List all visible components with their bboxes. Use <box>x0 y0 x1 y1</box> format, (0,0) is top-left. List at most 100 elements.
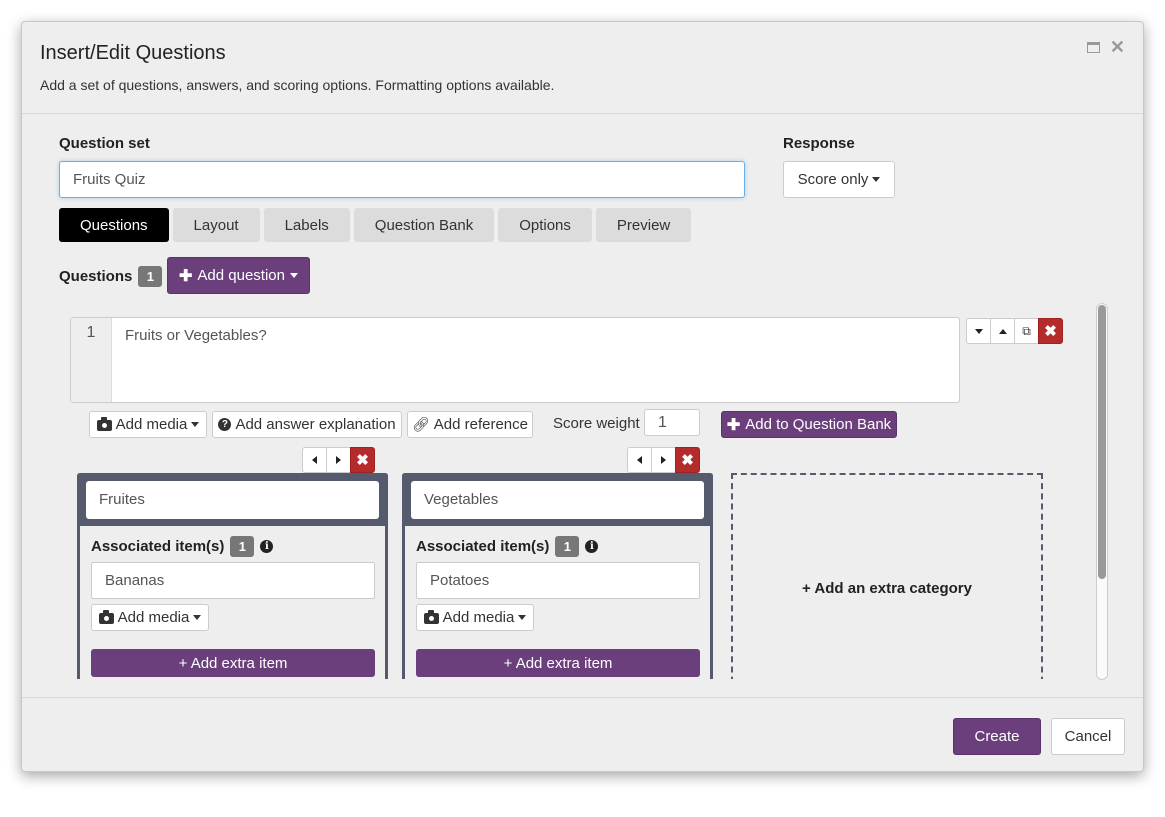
close-icon: ✖ <box>681 452 694 469</box>
associated-count-badge: 1 <box>230 536 255 557</box>
caret-right-icon <box>661 456 666 464</box>
category-name-input[interactable]: Vegetables <box>411 481 704 519</box>
chevron-down-icon <box>289 273 298 278</box>
plus-icon: ✚ <box>726 416 741 434</box>
move-up-button[interactable] <box>990 318 1015 344</box>
scrollbar-thumb[interactable] <box>1098 305 1106 579</box>
dialog-footer: Create Cancel <box>22 697 1143 771</box>
dialog-header: Insert/Edit Questions Add a set of quest… <box>22 22 1143 114</box>
associated-items-heading: Associated item(s) 1 i <box>416 536 599 557</box>
delete-category-button[interactable]: ✖ <box>350 447 375 473</box>
associated-items-label: Associated item(s) <box>416 538 550 555</box>
link-icon: 🔗︎ <box>411 416 430 432</box>
close-icon[interactable]: ✕ <box>1110 38 1125 56</box>
camera-icon <box>423 610 439 624</box>
create-button[interactable]: Create <box>953 718 1041 755</box>
dialog-title: Insert/Edit Questions <box>40 42 226 64</box>
add-question-label: Add question <box>197 267 285 284</box>
delete-question-button[interactable]: ✖ <box>1038 318 1063 344</box>
cancel-button[interactable]: Cancel <box>1051 718 1125 755</box>
move-right-button[interactable] <box>651 447 676 473</box>
info-icon[interactable]: i <box>260 540 274 553</box>
move-left-button[interactable] <box>627 447 652 473</box>
score-weight-label: Score weight <box>553 415 640 432</box>
close-icon: ✖ <box>356 452 369 469</box>
camera-icon <box>96 417 112 431</box>
caret-up-icon <box>998 328 1007 334</box>
vertical-scrollbar[interactable] <box>1096 303 1108 680</box>
category-name-input[interactable]: Fruites <box>86 481 379 519</box>
add-media-label: Add media <box>117 609 190 626</box>
add-media-button[interactable]: Add media <box>89 411 207 438</box>
associated-count-badge: 1 <box>555 536 580 557</box>
category-header: Vegetables <box>405 476 710 526</box>
category-header: Fruites <box>80 476 385 526</box>
tab-bar: Questions Layout Labels Question Bank Op… <box>59 208 692 242</box>
maximize-icon[interactable] <box>1086 41 1100 53</box>
question-editor[interactable]: 1 Fruits or Vegetables? <box>70 317 960 403</box>
question-controls: ⧉ ✖ <box>966 318 1063 344</box>
dialog-subtitle: Add a set of questions, answers, and sco… <box>40 77 555 93</box>
tab-options[interactable]: Options <box>498 208 592 242</box>
item-input[interactable]: Potatoes <box>416 562 700 599</box>
response-label: Response <box>783 135 855 152</box>
question-circle-icon: ? <box>218 418 232 431</box>
caret-left-icon <box>637 456 642 464</box>
questions-label: Questions <box>59 268 133 285</box>
questions-heading: Questions 1 <box>59 266 163 287</box>
add-extra-category-button[interactable]: + Add an extra category <box>731 473 1043 679</box>
question-text[interactable]: Fruits or Vegetables? <box>125 327 267 344</box>
category-card: Vegetables Associated item(s) 1 i Potato… <box>402 473 713 679</box>
duplicate-button[interactable]: ⧉ <box>1014 318 1039 344</box>
tab-preview[interactable]: Preview <box>595 208 692 242</box>
tab-questions[interactable]: Questions <box>59 208 169 242</box>
caret-left-icon <box>312 456 317 464</box>
category-1-controls: ✖ <box>302 447 375 473</box>
chevron-down-icon <box>193 615 202 620</box>
copy-icon: ⧉ <box>1022 323 1031 338</box>
add-media-button[interactable]: Add media <box>91 604 209 631</box>
add-reference-label: Add reference <box>433 416 528 433</box>
tab-labels[interactable]: Labels <box>263 208 350 242</box>
question-scroll-area[interactable]: 1 Fruits or Vegetables? ⧉ ✖ Add media ? … <box>22 302 1143 679</box>
add-extra-item-button[interactable]: + Add extra item <box>416 649 700 677</box>
caret-down-icon <box>974 328 983 334</box>
response-dropdown[interactable]: Score only <box>783 161 895 198</box>
plus-icon: ✚ <box>179 267 193 285</box>
category-card: Fruites Associated item(s) 1 i Bananas A… <box>77 473 388 679</box>
question-set-label: Question set <box>59 135 150 152</box>
chevron-down-icon <box>872 177 881 182</box>
move-right-button[interactable] <box>326 447 351 473</box>
add-explanation-label: Add answer explanation <box>235 416 396 433</box>
add-to-bank-label: Add to Question Bank <box>745 416 892 433</box>
question-set-input[interactable] <box>59 161 745 198</box>
close-icon: ✖ <box>1044 323 1057 340</box>
add-extra-item-button[interactable]: + Add extra item <box>91 649 375 677</box>
item-input[interactable]: Bananas <box>91 562 375 599</box>
category-2-controls: ✖ <box>627 447 700 473</box>
add-media-button[interactable]: Add media <box>416 604 534 631</box>
questions-count-badge: 1 <box>138 266 163 287</box>
add-media-label: Add media <box>115 416 188 433</box>
insert-edit-questions-dialog: Insert/Edit Questions Add a set of quest… <box>21 21 1144 772</box>
tab-layout[interactable]: Layout <box>172 208 260 242</box>
info-icon[interactable]: i <box>585 540 599 553</box>
caret-right-icon <box>336 456 341 464</box>
add-to-question-bank-button[interactable]: ✚ Add to Question Bank <box>721 411 897 438</box>
score-weight-input[interactable]: 1 <box>644 409 700 436</box>
chevron-down-icon <box>191 422 200 427</box>
question-number: 1 <box>71 318 112 402</box>
tab-question-bank[interactable]: Question Bank <box>353 208 495 242</box>
add-reference-button[interactable]: 🔗︎ Add reference <box>407 411 533 438</box>
move-down-button[interactable] <box>966 318 991 344</box>
add-media-label: Add media <box>442 609 515 626</box>
add-answer-explanation-button[interactable]: ? Add answer explanation <box>212 411 402 438</box>
camera-icon <box>98 610 114 624</box>
delete-category-button[interactable]: ✖ <box>675 447 700 473</box>
add-question-button[interactable]: ✚ Add question <box>167 257 310 294</box>
response-value: Score only <box>797 171 869 188</box>
chevron-down-icon <box>518 615 527 620</box>
associated-items-heading: Associated item(s) 1 i <box>91 536 274 557</box>
move-left-button[interactable] <box>302 447 327 473</box>
associated-items-label: Associated item(s) <box>91 538 225 555</box>
